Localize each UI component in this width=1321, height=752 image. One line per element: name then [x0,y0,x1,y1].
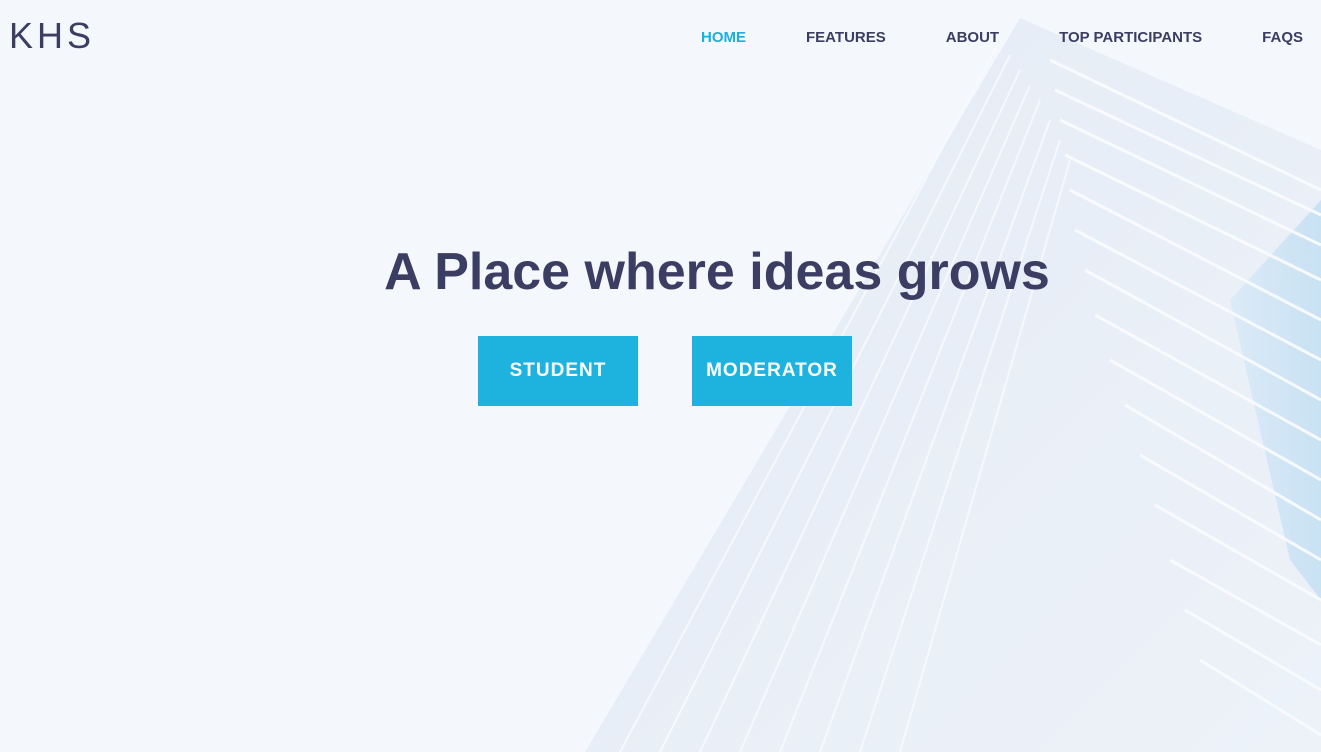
landing-page: KHS HOME FEATURES ABOUT TOP PARTICIPANTS… [0,0,1321,752]
nav-item-features[interactable]: FEATURES [806,28,886,48]
moderator-button[interactable]: MODERATOR [692,336,852,406]
student-button[interactable]: STUDENT [478,336,638,406]
site-logo[interactable]: KHS [9,16,95,56]
nav-item-faqs[interactable]: FAQS [1262,28,1303,48]
nav-item-about[interactable]: ABOUT [946,28,999,48]
building-background-image [585,18,1321,752]
nav-item-home[interactable]: HOME [701,28,746,48]
main-nav: HOME FEATURES ABOUT TOP PARTICIPANTS FAQ… [701,28,1303,48]
hero-title: A Place where ideas grows [384,243,1050,301]
nav-item-top-participants[interactable]: TOP PARTICIPANTS [1059,28,1202,48]
